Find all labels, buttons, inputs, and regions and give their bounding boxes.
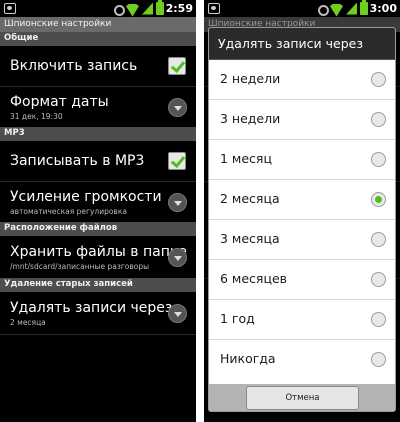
pref-title: Удалять записи через (10, 300, 173, 316)
dialog-option-selected[interactable]: 2 месяца (209, 180, 395, 220)
enable-record-checkbox[interactable] (168, 57, 186, 75)
pref-title: Формат даты (10, 94, 109, 110)
chevron-down-icon[interactable] (168, 193, 187, 212)
app-title: Шпионские настройки (0, 17, 196, 32)
dialog-option[interactable]: Никогда (209, 340, 395, 384)
dialog-option[interactable]: 3 недели (209, 100, 395, 140)
pref-title: Хранить файлы в папке (10, 244, 187, 260)
pref-volume-boost[interactable]: Усиление громкости автоматическая регули… (0, 182, 196, 222)
option-label: 1 год (220, 311, 255, 326)
settings-screen: 2:59 Шпионские настройки Общие Включить … (0, 0, 196, 422)
pref-title: Включить запись (10, 58, 138, 74)
battery-icon (360, 0, 368, 15)
divider (0, 334, 196, 335)
pref-summary: автоматическая регулировка (10, 207, 127, 216)
battery-icon (156, 0, 164, 15)
radio-button[interactable] (371, 272, 386, 287)
status-icons (317, 0, 368, 16)
signal-icon (142, 2, 153, 15)
dialog-option[interactable]: 2 недели (209, 60, 395, 100)
option-label: 3 недели (220, 111, 281, 126)
pref-record-mp3[interactable]: Записывать в MP3 (0, 141, 196, 181)
status-icons (113, 0, 164, 16)
status-bar: 2:59 (0, 0, 196, 17)
chevron-down-icon[interactable] (168, 98, 187, 117)
radio-button[interactable] (371, 352, 386, 367)
status-time: 2:59 (165, 2, 193, 15)
option-label: 3 месяца (220, 231, 280, 246)
option-label: 6 месяцев (220, 271, 288, 286)
gps-icon (317, 3, 329, 16)
pref-summary: /mnt/sdcard/записанные разговоры (10, 262, 150, 271)
pref-title: Усиление громкости (10, 189, 162, 205)
signal-icon (346, 2, 357, 15)
dialog-header: Удалять записи через (209, 28, 395, 60)
option-label: 2 недели (220, 71, 281, 86)
wifi-icon (330, 3, 343, 15)
pref-delete-after[interactable]: Удалять записи через 2 месяца (0, 292, 196, 334)
dialog-screen: 3:00 Шпионские настройки Удалять записи … (204, 0, 400, 422)
section-header-location: Расположение файлов (0, 222, 196, 236)
section-header-delete-old: Удаление старых записей (0, 278, 196, 292)
delete-after-dialog: Удалять записи через 2 недели 3 недели 1… (208, 27, 396, 412)
pref-summary: 31 дек, 19:30 (10, 112, 63, 121)
dialog-title: Удалять записи через (218, 36, 363, 51)
option-label: 1 месяц (220, 151, 272, 166)
dialog-option[interactable]: 1 месяц (209, 140, 395, 180)
pref-summary: 2 месяца (10, 318, 46, 327)
notification-icon (4, 3, 16, 14)
option-label: Никогда (220, 351, 276, 366)
cancel-button[interactable]: Отмена (246, 386, 359, 410)
radio-button[interactable] (371, 312, 386, 327)
wifi-icon (126, 3, 139, 15)
record-mp3-checkbox[interactable] (168, 152, 186, 170)
pref-date-format[interactable]: Формат даты 31 дек, 19:30 (0, 87, 196, 127)
notification-icon (208, 3, 220, 14)
pref-store-folder[interactable]: Хранить файлы в папке /mnt/sdcard/записа… (0, 236, 196, 278)
chevron-down-icon[interactable] (168, 304, 187, 323)
pref-title: Записывать в MP3 (10, 153, 145, 169)
dialog-option[interactable]: 1 год (209, 300, 395, 340)
section-header-general: Общие (0, 32, 196, 46)
radio-button[interactable] (371, 72, 386, 87)
radio-button-checked[interactable] (371, 192, 386, 207)
pref-enable-record[interactable]: Включить запись (0, 46, 196, 86)
status-bar: 3:00 (204, 0, 400, 17)
gps-icon (113, 3, 125, 16)
option-label: 2 месяца (220, 191, 280, 206)
chevron-down-icon[interactable] (168, 248, 187, 267)
radio-button[interactable] (371, 152, 386, 167)
dialog-footer: Отмена (209, 384, 395, 411)
radio-button[interactable] (371, 232, 386, 247)
section-header-mp3: MP3 (0, 127, 196, 141)
dialog-option[interactable]: 3 месяца (209, 220, 395, 260)
status-time: 3:00 (369, 2, 397, 15)
dialog-option[interactable]: 6 месяцев (209, 260, 395, 300)
radio-button[interactable] (371, 112, 386, 127)
